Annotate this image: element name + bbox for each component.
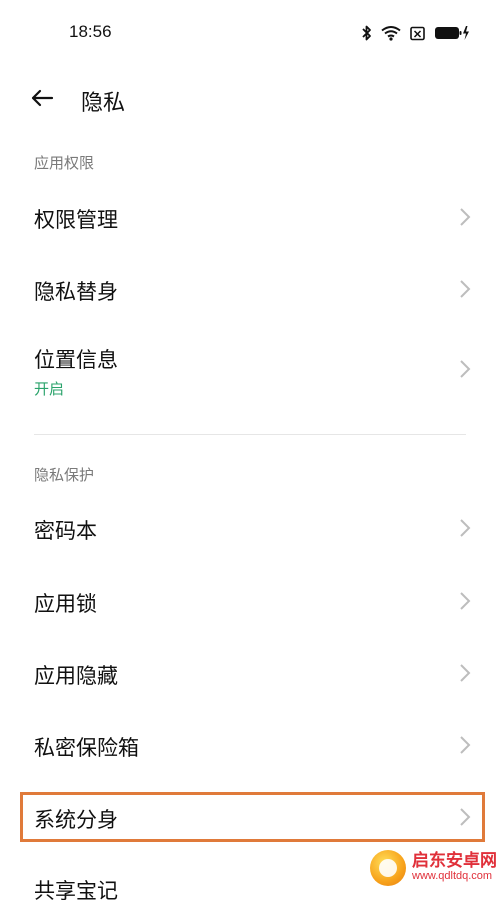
chevron-right-icon — [460, 280, 471, 298]
list-item-location-info[interactable]: 位置信息 开启 — [0, 328, 500, 412]
list-item-label: 应用锁 — [34, 592, 97, 616]
chevron-right-icon — [460, 592, 471, 610]
list-item-privacy-substitute[interactable]: 隐私替身 — [0, 254, 500, 324]
list-item-password-book[interactable]: 密码本 — [0, 493, 500, 563]
list-item-app-hide[interactable]: 应用隐藏 — [0, 638, 500, 708]
watermark-title: 启东安卓网 — [412, 851, 497, 872]
list-item-label: 隐私替身 — [34, 280, 118, 304]
arrow-left-icon — [30, 89, 54, 111]
list-item-label: 密码本 — [34, 519, 97, 543]
chevron-right-icon — [460, 664, 471, 682]
section-label-privacy-protection: 隐私保护 — [34, 466, 95, 484]
watermark-url: www.qdltdq.com — [412, 870, 493, 883]
list-item-label: 共享宝记 — [34, 879, 118, 903]
chevron-right-icon — [460, 519, 471, 537]
watermark-logo-icon — [370, 850, 406, 886]
chevron-right-icon — [460, 736, 471, 754]
list-item-system-clone[interactable]: 系统分身 — [0, 782, 500, 852]
status-time: 18:56 — [69, 22, 112, 41]
chevron-right-icon — [460, 208, 471, 226]
chevron-right-icon — [460, 360, 471, 378]
list-item-private-safe[interactable]: 私密保险箱 — [0, 710, 500, 780]
battery-charging-icon — [434, 25, 470, 41]
location-status: 开启 — [34, 380, 65, 398]
section-label-app-permissions: 应用权限 — [34, 154, 95, 172]
list-item-label: 系统分身 — [34, 808, 118, 832]
status-bar: 18:56 — [0, 0, 500, 60]
header: 隐私 — [0, 75, 500, 125]
list-item-label: 位置信息 — [34, 348, 118, 372]
list-item-label: 权限管理 — [34, 208, 118, 232]
back-button[interactable] — [26, 84, 58, 116]
chevron-right-icon — [460, 808, 471, 826]
watermark: 启东安卓网 www.qdltdq.com — [370, 850, 497, 886]
section-divider — [34, 434, 466, 435]
list-item-label: 应用隐藏 — [34, 664, 118, 688]
list-item-app-lock[interactable]: 应用锁 — [0, 566, 500, 636]
list-item-permission-management[interactable]: 权限管理 — [0, 181, 500, 251]
bluetooth-icon — [362, 25, 372, 41]
sim-icon — [410, 26, 425, 41]
page-title: 隐私 — [81, 91, 126, 116]
list-item-label: 私密保险箱 — [34, 736, 139, 760]
wifi-icon — [381, 25, 401, 41]
status-icons — [362, 23, 470, 43]
